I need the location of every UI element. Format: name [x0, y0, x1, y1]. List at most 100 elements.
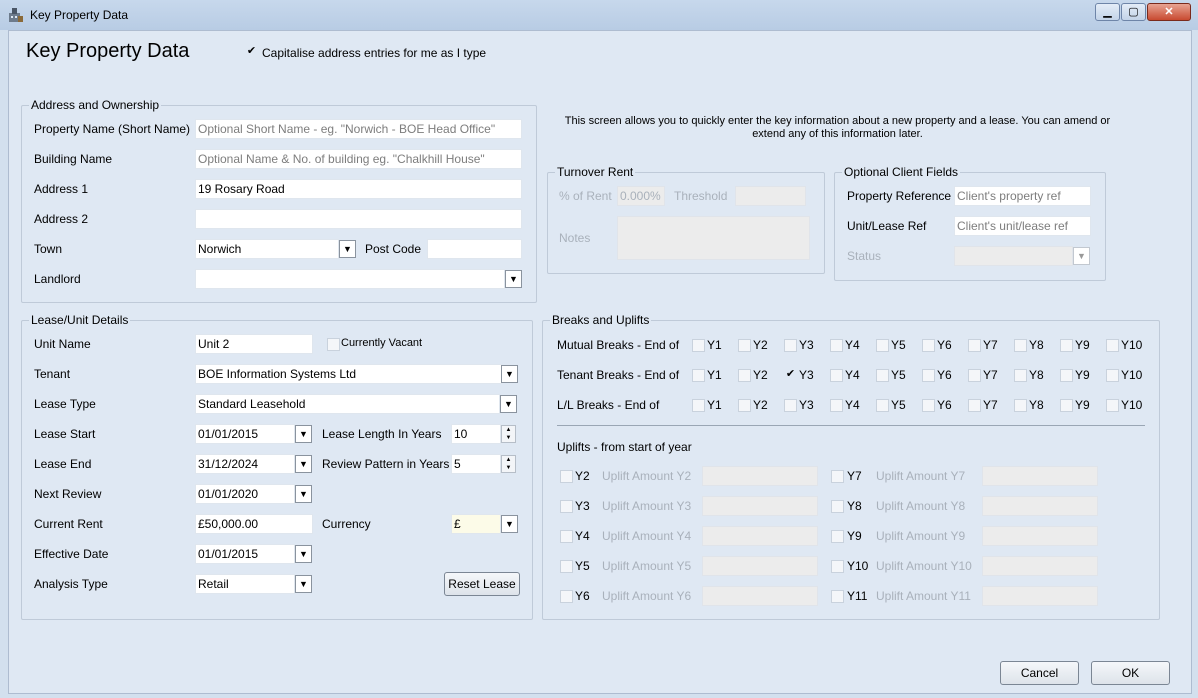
lease-length-input[interactable]: 10: [451, 424, 501, 444]
tenant-dropdown-button[interactable]: ▼: [501, 365, 518, 383]
uplift-amount-input[interactable]: [702, 556, 818, 576]
break-checkbox-y8[interactable]: [1014, 399, 1027, 412]
town-dropdown[interactable]: Norwich: [195, 239, 339, 259]
address2-input[interactable]: [195, 209, 522, 229]
break-checkbox-y1[interactable]: [692, 339, 705, 352]
tenant-dropdown[interactable]: BOE Information Systems Ltd: [195, 364, 502, 384]
break-checkbox-y7[interactable]: [968, 339, 981, 352]
chevron-up-icon[interactable]: ▲: [502, 456, 515, 464]
vacant-checkbox[interactable]: [327, 338, 340, 351]
turnover-pct-input[interactable]: 0.000%: [617, 186, 665, 206]
break-checkbox-y3[interactable]: [784, 399, 797, 412]
chevron-up-icon[interactable]: ▲: [502, 426, 515, 434]
uplift-amount-input[interactable]: [982, 556, 1098, 576]
chevron-down-icon[interactable]: ▼: [502, 434, 515, 442]
break-checkbox-y1[interactable]: [692, 399, 705, 412]
currency-dropdown[interactable]: £: [451, 514, 501, 534]
next-review-picker-button[interactable]: ▼: [295, 485, 312, 503]
break-checkbox-y6[interactable]: [922, 369, 935, 382]
current-rent-input[interactable]: £50,000.00: [195, 514, 313, 534]
uplift-checkbox-y11[interactable]: [831, 590, 844, 603]
lease-start-input[interactable]: 01/01/2015: [195, 424, 295, 444]
break-checkbox-y4[interactable]: [830, 369, 843, 382]
uplift-amount-input[interactable]: [702, 466, 818, 486]
lease-end-input[interactable]: 31/12/2024: [195, 454, 295, 474]
break-checkbox-y2[interactable]: [738, 339, 751, 352]
analysis-type-dropdown-button[interactable]: ▼: [295, 575, 312, 593]
uplift-checkbox-y3[interactable]: [560, 500, 573, 513]
uplift-amount-input[interactable]: [702, 586, 818, 606]
cancel-button[interactable]: Cancel: [1000, 661, 1079, 685]
break-checkbox-y4[interactable]: [830, 339, 843, 352]
uplift-checkbox-y6[interactable]: [560, 590, 573, 603]
break-checkbox-y10[interactable]: [1106, 399, 1119, 412]
property-name-input[interactable]: Optional Short Name - eg. "Norwich - BOE…: [195, 119, 522, 139]
break-checkbox-y9[interactable]: [1060, 339, 1073, 352]
landlord-dropdown-button[interactable]: ▼: [505, 270, 522, 288]
uplift-amount-input[interactable]: [982, 466, 1098, 486]
break-checkbox-y7[interactable]: [968, 369, 981, 382]
lease-length-spinner[interactable]: ▲ ▼: [501, 425, 516, 443]
building-name-input[interactable]: Optional Name & No. of building eg. "Cha…: [195, 149, 522, 169]
unit-name-input[interactable]: Unit 2: [195, 334, 313, 354]
break-checkbox-y5[interactable]: [876, 369, 889, 382]
status-dropdown[interactable]: [954, 246, 1073, 266]
uplift-checkbox-y4[interactable]: [560, 530, 573, 543]
chevron-down-icon[interactable]: ▼: [502, 464, 515, 472]
lease-type-dropdown[interactable]: Standard Leasehold: [195, 394, 500, 414]
ok-button[interactable]: OK: [1091, 661, 1170, 685]
lease-end-picker-button[interactable]: ▼: [295, 455, 312, 473]
uplift-amount-input[interactable]: [982, 496, 1098, 516]
uplift-amount-input[interactable]: [702, 496, 818, 516]
unit-ref-input[interactable]: Client's unit/lease ref: [954, 216, 1091, 236]
maximize-button[interactable]: ▢: [1121, 3, 1146, 21]
break-checkbox-y5[interactable]: [876, 339, 889, 352]
property-ref-input[interactable]: Client's property ref: [954, 186, 1091, 206]
analysis-type-dropdown[interactable]: Retail: [195, 574, 295, 594]
town-dropdown-button[interactable]: ▼: [339, 240, 356, 258]
break-checkbox-y2[interactable]: [738, 369, 751, 382]
effective-date-picker-button[interactable]: ▼: [295, 545, 312, 563]
title-bar[interactable]: [0, 0, 1198, 30]
break-checkbox-y9[interactable]: [1060, 399, 1073, 412]
uplift-amount-input[interactable]: [982, 526, 1098, 546]
break-checkbox-y10[interactable]: [1106, 369, 1119, 382]
lease-start-picker-button[interactable]: ▼: [295, 425, 312, 443]
notes-input[interactable]: [617, 216, 810, 260]
address1-input[interactable]: 19 Rosary Road: [195, 179, 522, 199]
break-checkbox-y6[interactable]: [922, 399, 935, 412]
break-checkbox-y4[interactable]: [830, 399, 843, 412]
minimize-button[interactable]: ▁: [1095, 3, 1120, 21]
break-checkbox-y3[interactable]: [784, 339, 797, 352]
landlord-dropdown[interactable]: [195, 269, 505, 289]
uplift-checkbox-y5[interactable]: [560, 560, 573, 573]
break-checkbox-y6[interactable]: [922, 339, 935, 352]
uplift-checkbox-y10[interactable]: [831, 560, 844, 573]
close-button[interactable]: ✕: [1147, 3, 1191, 21]
uplift-amount-input[interactable]: [702, 526, 818, 546]
break-checkbox-y3[interactable]: ✔: [784, 369, 797, 382]
reset-lease-button[interactable]: Reset Lease: [444, 572, 520, 596]
uplift-amount-input[interactable]: [982, 586, 1098, 606]
postcode-input[interactable]: [427, 239, 522, 259]
review-pattern-spinner[interactable]: ▲ ▼: [501, 455, 516, 473]
break-checkbox-y10[interactable]: [1106, 339, 1119, 352]
capitalise-checkbox[interactable]: ✔: [245, 46, 258, 59]
next-review-input[interactable]: 01/01/2020: [195, 484, 295, 504]
uplift-checkbox-y9[interactable]: [831, 530, 844, 543]
break-checkbox-y8[interactable]: [1014, 339, 1027, 352]
lease-type-dropdown-button[interactable]: ▼: [500, 395, 517, 413]
uplift-checkbox-y2[interactable]: [560, 470, 573, 483]
effective-date-input[interactable]: 01/01/2015: [195, 544, 295, 564]
break-checkbox-y8[interactable]: [1014, 369, 1027, 382]
threshold-input[interactable]: [735, 186, 806, 206]
review-pattern-input[interactable]: 5: [451, 454, 501, 474]
currency-dropdown-button[interactable]: ▼: [501, 515, 518, 533]
break-checkbox-y5[interactable]: [876, 399, 889, 412]
break-checkbox-y2[interactable]: [738, 399, 751, 412]
status-dropdown-button[interactable]: ▼: [1073, 247, 1090, 265]
break-checkbox-y7[interactable]: [968, 399, 981, 412]
uplift-checkbox-y8[interactable]: [831, 500, 844, 513]
uplift-checkbox-y7[interactable]: [831, 470, 844, 483]
break-checkbox-y9[interactable]: [1060, 369, 1073, 382]
